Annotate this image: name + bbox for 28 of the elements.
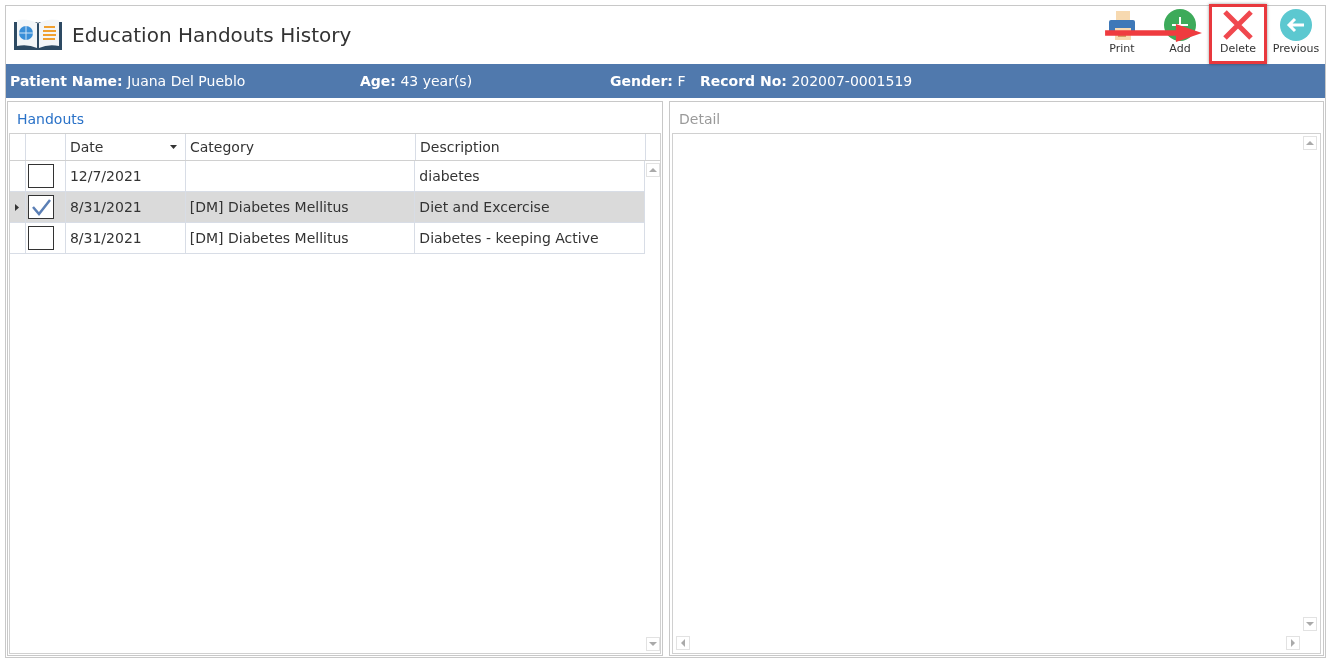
checkbox[interactable] <box>28 195 54 219</box>
close-icon <box>1222 9 1254 41</box>
patient-field: Record No: 202007-0001519 <box>700 73 913 89</box>
table-cell: 12/7/2021 <box>69 168 142 184</box>
checkbox[interactable] <box>28 164 54 188</box>
checkbox[interactable] <box>28 226 54 250</box>
column-header[interactable]: Category <box>186 134 416 160</box>
table-cell: 8/31/2021 <box>69 230 142 246</box>
window-title: Education Handouts History <box>72 23 352 47</box>
delete-button[interactable]: Delete <box>1209 4 1267 64</box>
patient-field: Patient Name: Juana Del Pueblo <box>10 73 360 89</box>
table-cell: 8/31/2021 <box>69 199 142 215</box>
table-cell: [DM] Diabetes Mellitus <box>189 199 349 215</box>
table-cell: Diet and Excercise <box>419 199 550 215</box>
patient-field: Gender: F <box>610 73 700 89</box>
panel-title: Handouts <box>16 110 86 129</box>
table-cell: [DM] Diabetes Mellitus <box>189 230 349 246</box>
current-row-icon <box>15 203 19 211</box>
table-cell: Diabetes - keeping Active <box>419 230 599 246</box>
table-cell: diabetes <box>419 168 480 184</box>
book-icon <box>12 18 64 52</box>
table-row[interactable]: 8/31/2021 [DM] Diabetes Mellitus Diet and Excercise <box>10 192 645 223</box>
table-row[interactable]: 8/31/2021 [DM] Diabetes Mellitus Diabetes - keeping Active <box>10 223 645 254</box>
patient-field: Age: 43 year(s) <box>360 73 610 89</box>
previous-button[interactable]: Previous <box>1267 4 1325 64</box>
column-header[interactable]: Description <box>416 134 646 160</box>
column-header[interactable]: Date <box>66 134 186 160</box>
panel-title: Detail <box>678 110 722 129</box>
